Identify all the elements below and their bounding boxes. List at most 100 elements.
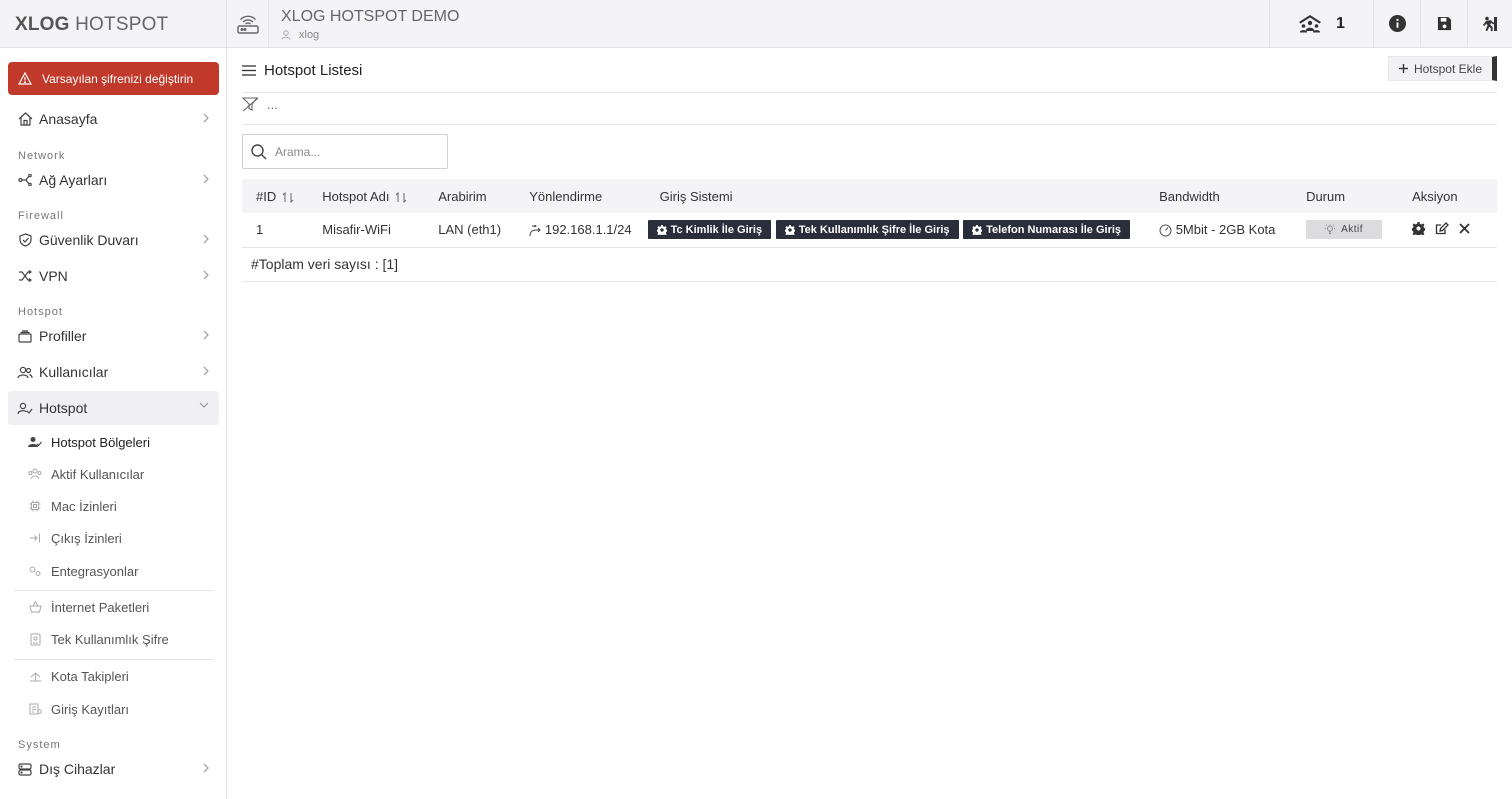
login-phone-number-label: Telefon Numarası İle Giriş	[986, 223, 1122, 236]
status-badge: Aktif	[1306, 220, 1383, 240]
gear-icon	[972, 224, 983, 235]
cogs-icon	[28, 564, 42, 578]
filter-bar[interactable]: ...	[242, 97, 278, 112]
add-hotspot-button[interactable]: Hotspot Ekle	[1387, 56, 1497, 81]
login-phone-number-button[interactable]: Telefon Numarası İle Giriş	[963, 220, 1131, 240]
nav-hotspot[interactable]: Hotspot	[8, 391, 219, 425]
cell-status: Aktif	[1292, 213, 1399, 248]
route-icon	[529, 224, 541, 237]
sub-active-users-label: Aktif Kullanıcılar	[51, 466, 145, 482]
server-icon	[17, 761, 33, 777]
nav-firewall[interactable]: Güvenlik Duvarı	[8, 223, 219, 257]
bandwidth-value: 5Mbit - 2GB Kota	[1175, 222, 1276, 238]
cell-id: 1	[242, 213, 309, 248]
login-one-time-password-button[interactable]: Tek Kullanımlık Şifre İle Giriş	[775, 220, 959, 240]
nav-users[interactable]: Kullanıcılar	[8, 355, 219, 389]
ticket-icon	[28, 632, 42, 646]
user-check-icon	[17, 400, 33, 416]
login-one-time-password-label: Tek Kullanımlık Şifre İle Giriş	[798, 223, 950, 236]
nav-vpn-label: VPN	[39, 268, 68, 284]
sort-icon[interactable]	[395, 191, 407, 203]
edit-icon[interactable]	[1435, 221, 1449, 235]
lightbulb-icon	[1325, 224, 1336, 235]
save-button[interactable]	[1420, 0, 1467, 47]
cell-bandwidth: 5Mbit - 2GB Kota	[1145, 213, 1293, 248]
column-id[interactable]: #ID	[242, 179, 308, 213]
filter-clear-icon[interactable]	[242, 97, 259, 112]
nav-external-devices[interactable]: Dış Cihazlar	[8, 752, 219, 786]
users-icon	[28, 467, 42, 481]
login-tc-identity-button[interactable]: Tc Kimlik İle Giriş	[647, 220, 772, 240]
section-hotspot: Hotspot	[18, 306, 63, 318]
nav-network-settings-label: Ağ Ayarları	[39, 172, 108, 188]
column-status: Durum	[1306, 188, 1346, 204]
sub-internet-packages-label: İnternet Paketleri	[51, 599, 150, 615]
nav-vpn[interactable]: VPN	[8, 259, 219, 293]
sub-integrations-label: Entegrasyonlar	[51, 563, 139, 579]
table-footer-row: #Toplam veri sayısı : [1]	[242, 247, 1497, 282]
sub-mac-permissions[interactable]: Mac İzinleri	[28, 494, 117, 518]
network-users-icon	[1298, 14, 1322, 34]
sub-internet-packages[interactable]: İnternet Paketleri	[28, 595, 149, 619]
section-system: System	[18, 739, 61, 751]
sub-login-records[interactable]: Giriş Kayıtları	[28, 697, 129, 721]
save-icon	[1437, 16, 1452, 31]
chevron-right-icon	[203, 366, 209, 376]
sort-icon[interactable]	[282, 191, 294, 203]
divider	[242, 92, 1497, 93]
connected-users-button[interactable]: 1	[1269, 0, 1373, 47]
warning-icon	[18, 72, 32, 85]
sub-quota-tracking[interactable]: Kota Takipleri	[28, 664, 129, 688]
add-hotspot-label: Hotspot Ekle	[1413, 61, 1482, 76]
sign-out-icon	[28, 531, 42, 545]
cell-routing: 192.168.1.1/24	[515, 213, 646, 248]
column-interface: Arabirim	[438, 188, 487, 204]
sub-integrations[interactable]: Entegrasyonlar	[28, 559, 138, 583]
top-bar: XLOG HOTSPOT XLOG HOTSPOT DEMO xlog 1	[0, 0, 1512, 48]
brand-rest: HOTSPOT	[69, 14, 169, 35]
connected-count: 1	[1336, 14, 1345, 32]
nav-home[interactable]: Anasayfa	[8, 102, 219, 136]
sub-one-time-password-label: Tek Kullanımlık Şifre	[51, 631, 169, 647]
share-icon	[17, 172, 33, 188]
delete-icon[interactable]	[1459, 223, 1470, 234]
nav-external-devices-label: Dış Cihazlar	[39, 761, 116, 777]
search-box[interactable]	[242, 134, 448, 169]
column-name[interactable]: Hotspot Adı	[308, 179, 424, 213]
sub-one-time-password[interactable]: Tek Kullanımlık Şifre	[28, 627, 169, 651]
nav-hotspot-label: Hotspot	[39, 400, 88, 416]
sub-exit-permissions[interactable]: Çıkış İzinleri	[28, 526, 122, 550]
nav-firewall-label: Güvenlik Duvarı	[39, 232, 139, 248]
sub-mac-permissions-label: Mac İzinleri	[51, 498, 117, 514]
menu-icon[interactable]	[242, 65, 256, 76]
sub-hotspot-zones[interactable]: Hotspot Bölgeleri	[28, 430, 150, 454]
info-button[interactable]	[1373, 0, 1420, 47]
logout-button[interactable]	[1467, 0, 1512, 47]
change-password-warning[interactable]: Varsayılan şifrenizi değiştirin	[8, 62, 219, 95]
sub-exit-permissions-label: Çıkış İzinleri	[51, 530, 122, 546]
sub-active-users[interactable]: Aktif Kullanıcılar	[28, 462, 144, 486]
brand-logo[interactable]: XLOG HOTSPOT	[0, 0, 227, 47]
column-bandwidth: Bandwidth	[1159, 188, 1220, 204]
device-title: XLOG HOTSPOT DEMO	[281, 8, 460, 25]
routing-value: 192.168.1.1/24	[544, 222, 632, 238]
cell-interface: LAN (eth1)	[424, 213, 516, 248]
column-name-label: Hotspot Adı	[322, 188, 390, 204]
router-icon	[227, 0, 269, 47]
shield-icon	[17, 232, 33, 248]
column-routing: Yönlendirme	[529, 188, 603, 204]
section-firewall: Firewall	[18, 210, 64, 222]
nav-profiles-label: Profiller	[39, 328, 87, 344]
chevron-right-icon	[203, 270, 209, 280]
login-tc-identity-label: Tc Kimlik İle Giriş	[670, 223, 763, 236]
search-icon	[251, 143, 267, 160]
search-input[interactable]	[275, 144, 435, 159]
nav-profiles[interactable]: Profiller	[8, 319, 219, 353]
nav-users-label: Kullanıcılar	[39, 364, 109, 380]
logout-icon	[1481, 16, 1499, 32]
chevron-down-icon	[199, 402, 209, 408]
nav-network-settings[interactable]: Ağ Ayarları	[8, 163, 219, 197]
sidebar: Varsayılan şifrenizi değiştirin Anasayfa…	[0, 48, 227, 799]
chevron-right-icon	[203, 330, 209, 340]
settings-gear-icon[interactable]	[1412, 221, 1426, 235]
